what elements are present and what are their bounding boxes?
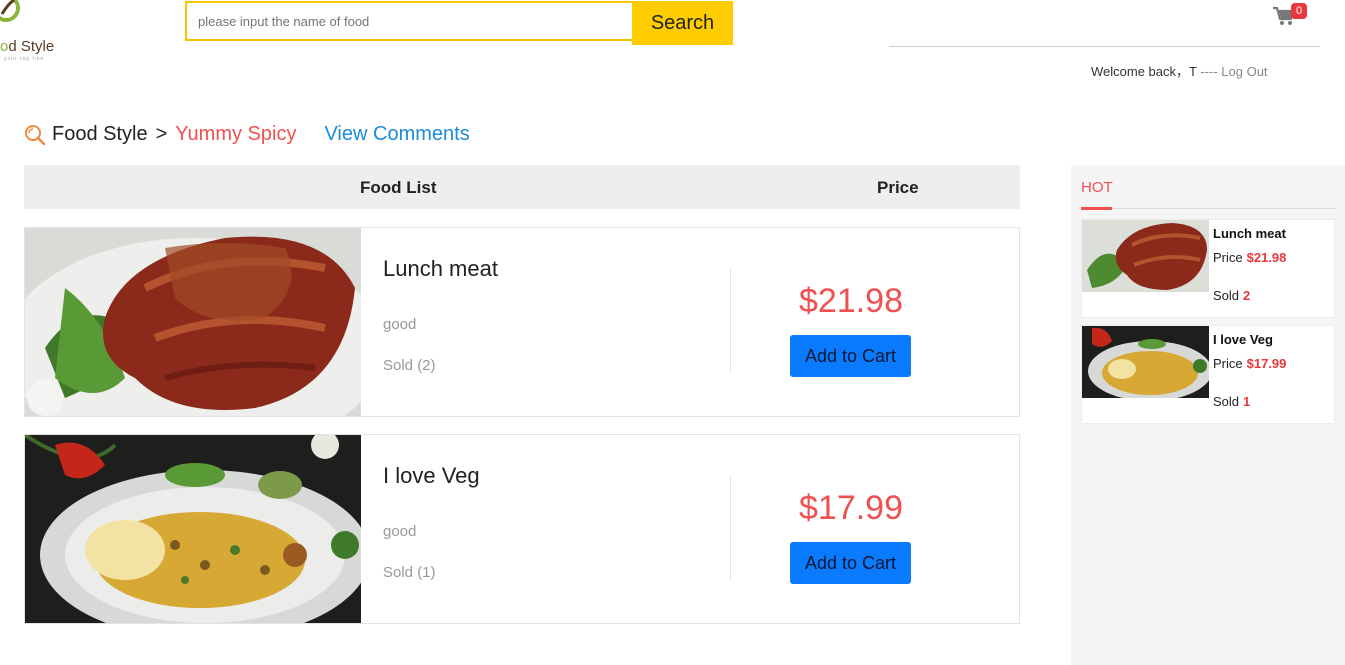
breadcrumb-separator: > bbox=[155, 123, 168, 145]
food-name[interactable]: I love Veg bbox=[383, 463, 480, 489]
search-magnifier-icon bbox=[25, 124, 46, 145]
food-sold-count: Sold (1) bbox=[383, 564, 436, 581]
hot-title-underline bbox=[1081, 207, 1112, 210]
welcome-message: Welcome back，T ---- Log Out bbox=[1091, 61, 1268, 80]
food-image-lunch-meat[interactable] bbox=[25, 228, 361, 416]
food-list-item: Lunch meat good Sold (2) $21.98 Add to C… bbox=[24, 227, 1020, 417]
row-divider bbox=[730, 475, 731, 581]
logo-text: od Style bbox=[0, 38, 55, 55]
hot-item-sold: Sold 1 bbox=[1213, 394, 1251, 409]
hot-item-name[interactable]: Lunch meat bbox=[1213, 226, 1286, 241]
food-list-header: Food List Price bbox=[24, 165, 1020, 209]
hot-item[interactable]: I love Veg Price $17.99 Sold 1 bbox=[1081, 325, 1335, 424]
food-price: $17.99 bbox=[799, 489, 903, 527]
page: od Style your tag line Search 0 Welcome … bbox=[0, 0, 1345, 665]
header-divider bbox=[889, 46, 1320, 47]
hot-item-image[interactable] bbox=[1082, 220, 1209, 292]
hot-item-price: Price $17.99 bbox=[1213, 356, 1287, 371]
logout-link[interactable]: Log Out bbox=[1221, 64, 1267, 79]
hot-item-image[interactable] bbox=[1082, 326, 1209, 398]
hot-divider bbox=[1081, 208, 1336, 209]
price-column-header: Price bbox=[877, 178, 919, 197]
cart-count-badge: 0 bbox=[1291, 3, 1307, 19]
food-list-item: I love Veg good Sold (1) $17.99 Add to C… bbox=[24, 434, 1020, 624]
add-to-cart-button[interactable]: Add to Cart bbox=[790, 335, 911, 377]
breadcrumb: Food Style > Yummy Spicy View Comments bbox=[24, 123, 470, 146]
view-comments-link[interactable]: View Comments bbox=[324, 123, 469, 146]
food-image-i-love-veg[interactable] bbox=[25, 435, 361, 623]
logo-icon bbox=[0, 0, 20, 22]
food-sold-count: Sold (2) bbox=[383, 357, 436, 374]
search-bar: Search bbox=[185, 1, 733, 45]
hot-item-sold: Sold 2 bbox=[1213, 288, 1251, 303]
search-input[interactable] bbox=[185, 1, 632, 41]
food-list-column-header: Food List bbox=[360, 178, 437, 197]
food-name[interactable]: Lunch meat bbox=[383, 256, 498, 282]
food-description: good bbox=[383, 316, 417, 333]
hot-item-price: Price $21.98 bbox=[1213, 250, 1287, 265]
logo-tagline: your tag line bbox=[4, 56, 45, 62]
search-button[interactable]: Search bbox=[632, 1, 733, 45]
row-divider bbox=[730, 268, 731, 374]
hot-panel: HOT Lunch meat Price $21.98 Sold 2 I lov… bbox=[1071, 165, 1345, 665]
hot-title: HOT bbox=[1081, 179, 1113, 196]
breadcrumb-root[interactable]: Food Style bbox=[52, 123, 148, 146]
welcome-separator: ---- bbox=[1196, 64, 1222, 79]
hot-item-name[interactable]: I love Veg bbox=[1213, 332, 1273, 347]
food-price: $21.98 bbox=[799, 282, 903, 320]
cart-button[interactable]: 0 bbox=[1272, 3, 1308, 29]
add-to-cart-button[interactable]: Add to Cart bbox=[790, 542, 911, 584]
welcome-text: Welcome back，T bbox=[1091, 64, 1197, 79]
food-description: good bbox=[383, 523, 417, 540]
breadcrumb-category[interactable]: Yummy Spicy bbox=[175, 123, 296, 146]
logo[interactable]: od Style your tag line bbox=[0, 0, 70, 70]
hot-item[interactable]: Lunch meat Price $21.98 Sold 2 bbox=[1081, 219, 1335, 318]
